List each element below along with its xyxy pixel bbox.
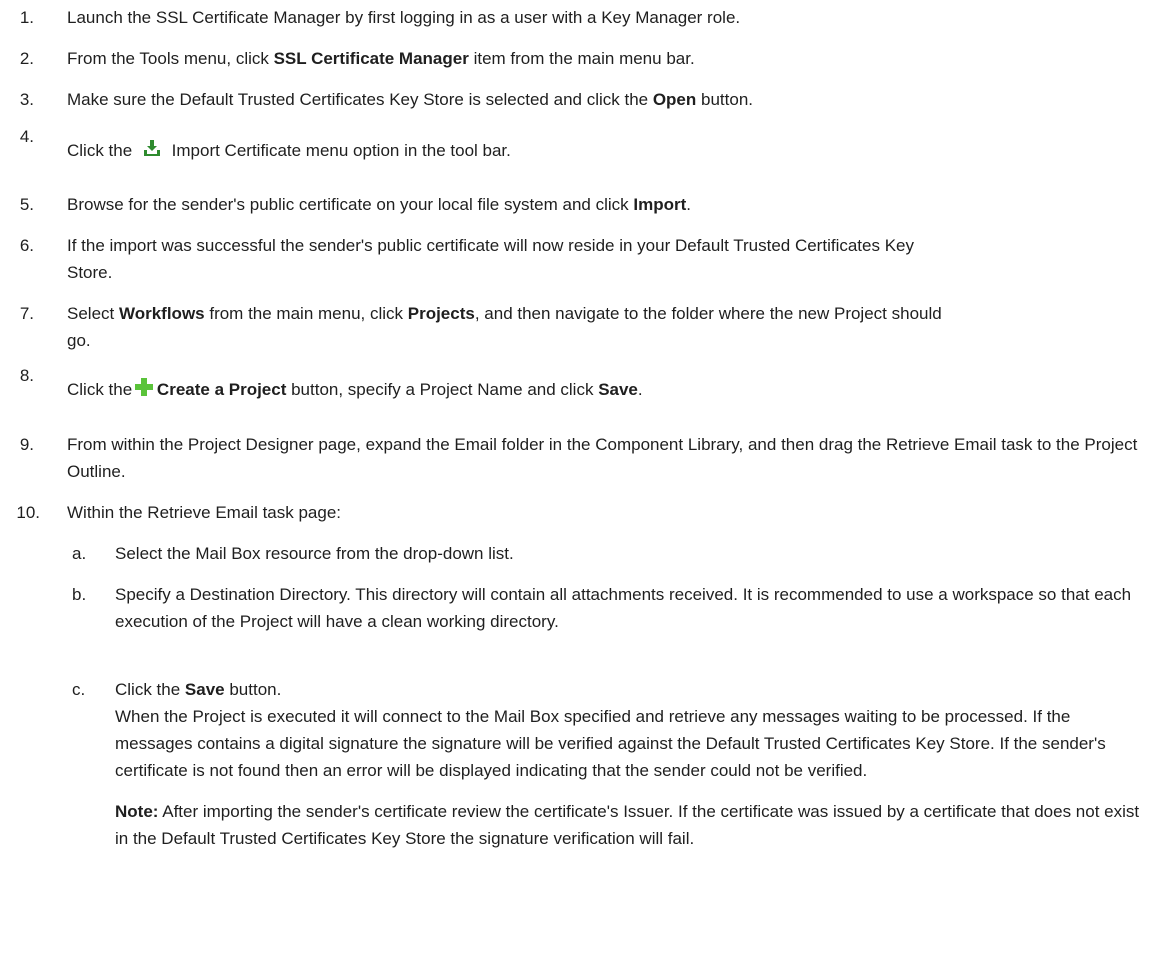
button-name: Save (184, 680, 225, 699)
step-text: From the Tools menu, click SSL Certifica… (67, 45, 1147, 72)
step-text: Click the Create a Project button, speci… (67, 376, 1147, 404)
text-run: Import Certificate menu option in the to… (166, 141, 511, 160)
step-text: From within the Project Designer page, e… (67, 435, 1138, 481)
step-number: 4. (19, 127, 34, 146)
substep-letter: a. (72, 544, 87, 563)
step-text: Within the Retrieve Email task page: (67, 503, 342, 522)
text-run: button, specify a Project Name and click (286, 380, 599, 399)
step-number: 8. (19, 366, 34, 385)
text-run: From the Tools menu, click (67, 49, 274, 68)
text-run: Click the (115, 680, 185, 699)
note-paragraph: Note: After importing the sender's certi… (115, 798, 1145, 852)
substep-instruction: Click the Save button. (115, 676, 1145, 703)
text-run: button. (696, 90, 753, 109)
substep-text: Specify a Destination Directory. This di… (115, 585, 1132, 631)
menu-item-name: Workflows (118, 304, 205, 323)
step-text: Make sure the Default Trusted Certificat… (67, 86, 1147, 113)
text-run: item from the main menu bar. (468, 49, 695, 68)
step-text: Click the Import Certificate menu option… (67, 137, 1147, 165)
step-number: 7. (19, 304, 34, 323)
text-run: Browse for the sender's public certifica… (67, 195, 634, 214)
text-run: . (686, 195, 692, 214)
text-run: Select (67, 304, 119, 323)
step-text: Browse for the sender's public certifica… (67, 191, 1147, 218)
substep-text: Click the Save button. When the Project … (115, 676, 1145, 852)
text-run: . (637, 380, 643, 399)
text-run: button. (224, 680, 282, 699)
substep-letter: c. (72, 680, 86, 699)
step-text: Select Workflows from the main menu, cli… (67, 300, 947, 354)
step-number: 6. (19, 236, 34, 255)
create-project-icon (134, 377, 153, 404)
step-number: 9. (19, 435, 34, 454)
text-run: from the main menu, click (204, 304, 408, 323)
step-number: 2. (19, 49, 34, 68)
button-name: Open (652, 90, 697, 109)
text-run: Click the (67, 141, 137, 160)
button-name: Save (598, 380, 638, 399)
note-text: After importing the sender's certificate… (115, 802, 1140, 848)
step-number: 10. (16, 503, 40, 522)
step-number: 3. (19, 90, 34, 109)
step-number: 5. (19, 195, 34, 214)
menu-item-name: SSL Certificate Manager (273, 49, 469, 68)
note-label: Note: (115, 802, 159, 821)
menu-item-name: Projects (407, 304, 475, 323)
substep-explanation: When the Project is executed it will con… (115, 707, 1106, 780)
button-name: Create a Project (156, 380, 287, 399)
substep-text: Select the Mail Box resource from the dr… (115, 544, 514, 563)
button-name: Import (633, 195, 687, 214)
step-text: Launch the SSL Certificate Manager by fi… (67, 8, 741, 27)
text-run: Click the (67, 380, 137, 399)
step-text: If the import was successful the sender'… (67, 236, 914, 282)
import-certificate-icon (143, 138, 161, 165)
substep-letter: b. (72, 585, 87, 604)
step-number: 1. (19, 8, 34, 27)
text-run: Make sure the Default Trusted Certificat… (67, 90, 653, 109)
